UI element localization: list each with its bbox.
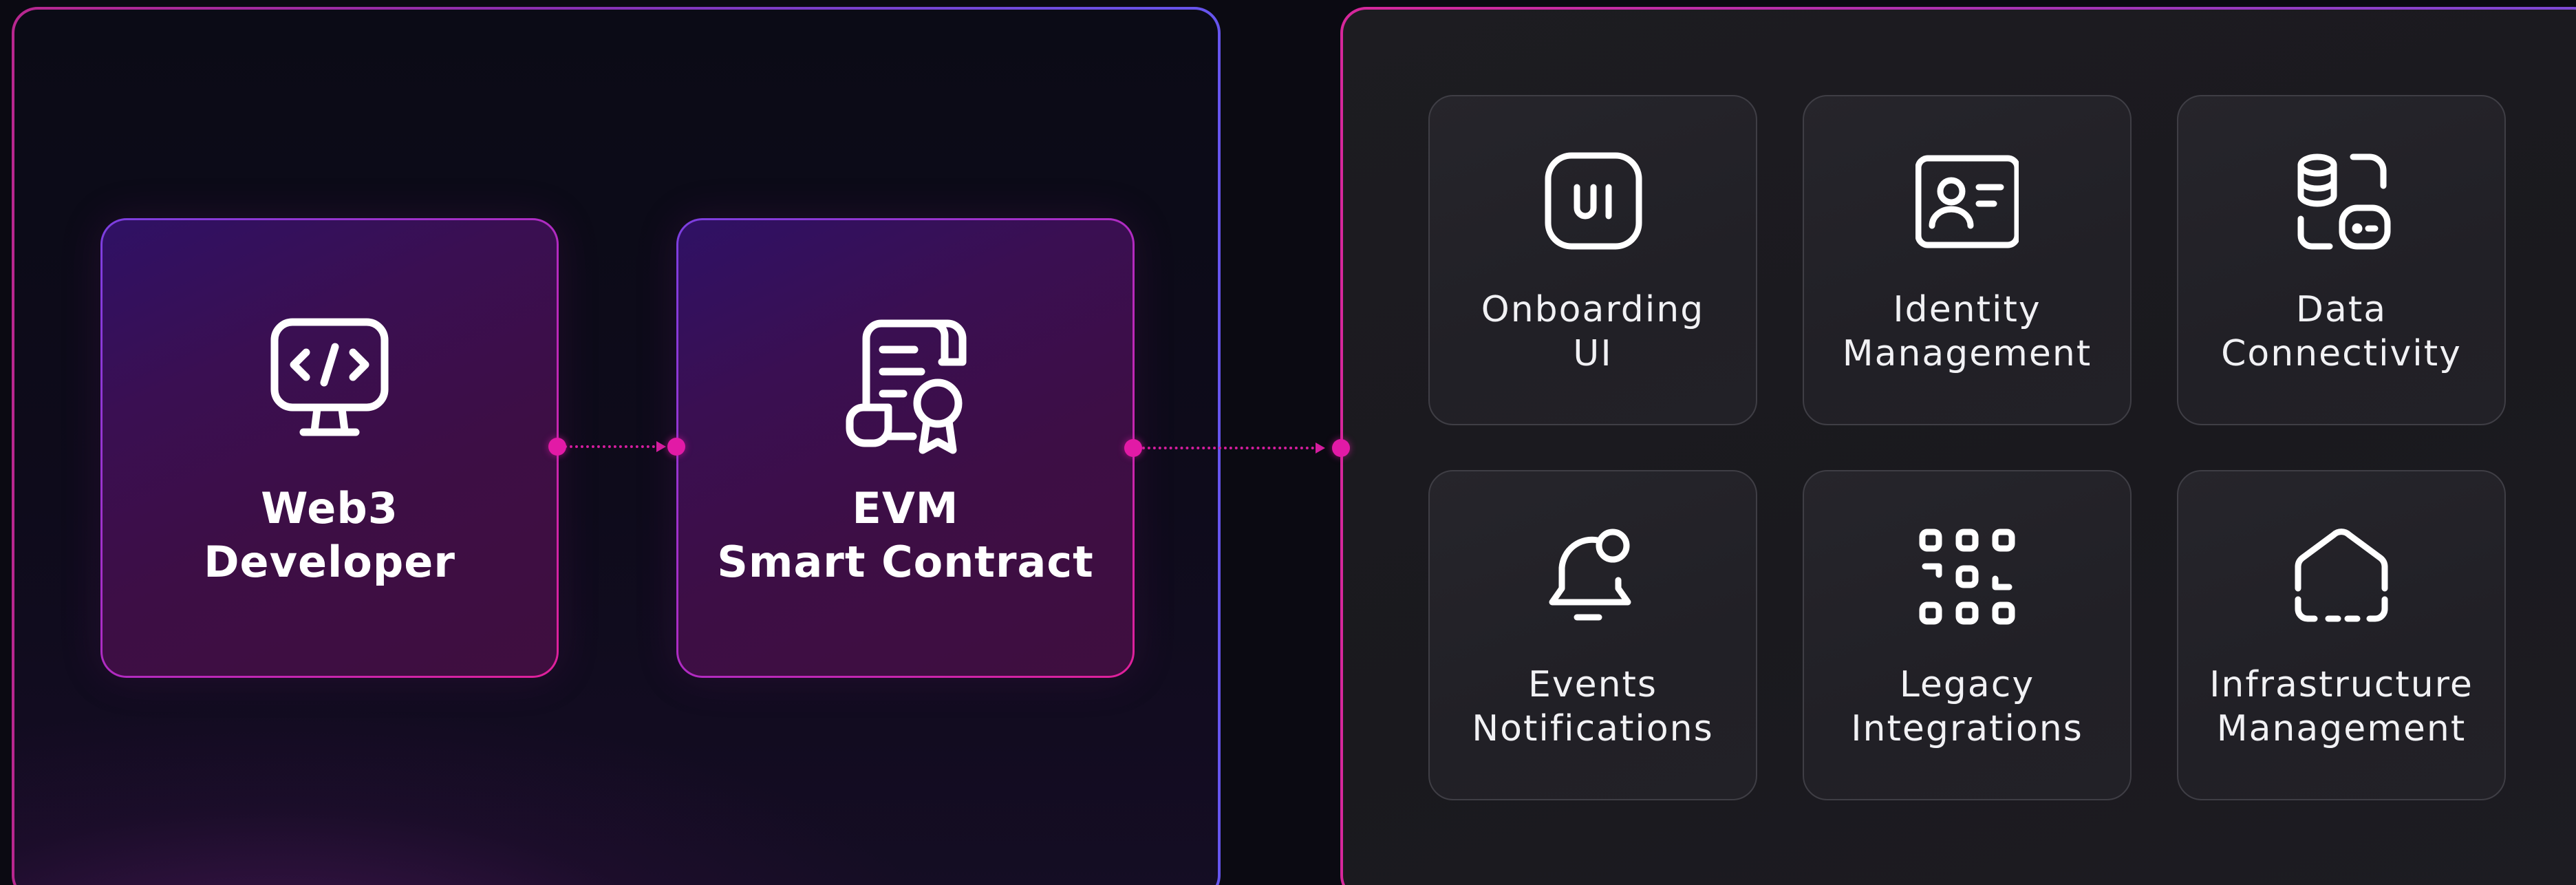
architecture-diagram: Web3 Developer EVM Smart Contract Onboar…	[0, 0, 2576, 885]
identity-management-line1: Identity	[1893, 289, 2041, 330]
service-tile-events-notifications: Events Notifications	[1428, 470, 1757, 800]
code-monitor-icon	[270, 318, 389, 436]
data-connectivity-line2: Connectivity	[2221, 333, 2462, 374]
legacy-integrations-line2: Integrations	[1851, 708, 2083, 749]
onboarding-ui-line1: Onboarding	[1481, 289, 1705, 330]
service-tile-identity-management: Identity Management	[1803, 95, 2132, 425]
events-notifications-line1: Events	[1527, 664, 1658, 705]
events-notifications-label: Events Notifications	[1430, 663, 1756, 751]
bell-notification-icon	[1549, 529, 1631, 621]
identity-management-label: Identity Management	[1804, 288, 2130, 376]
onboarding-ui-line2: UI	[1573, 333, 1613, 374]
web3-developer-line1: Web3	[261, 483, 398, 533]
web3-developer-label: Web3 Developer	[103, 482, 557, 589]
service-tile-onboarding-ui: Onboarding UI	[1428, 95, 1757, 425]
contract-to-services-arrowhead	[1316, 442, 1325, 454]
web3-developer-node: Web3 Developer	[100, 218, 559, 678]
evm-smart-contract-line1: EVM	[852, 483, 959, 533]
evm-smart-contract-node: EVM Smart Contract	[676, 218, 1135, 678]
developer-to-contract-connector	[559, 445, 661, 448]
service-tile-data-connectivity: Data Connectivity	[2177, 95, 2506, 425]
identity-management-line2: Management	[1842, 333, 2092, 374]
legacy-integrations-line1: Legacy	[1899, 664, 2035, 705]
id-card-icon	[1915, 155, 2019, 248]
infrastructure-management-label: Infrastructure Management	[2178, 663, 2504, 751]
services-input-dot	[1332, 439, 1350, 457]
onboarding-ui-label: Onboarding UI	[1430, 288, 1756, 376]
developer-output-dot	[548, 438, 566, 456]
ui-badge-icon	[1545, 152, 1642, 250]
legacy-integrations-label: Legacy Integrations	[1804, 663, 2130, 751]
evm-smart-contract-line2: Smart Contract	[717, 537, 1094, 587]
grid-integration-icon	[1919, 529, 2015, 625]
contract-output-dot	[1124, 439, 1142, 457]
data-connectivity-line1: Data	[2295, 289, 2387, 330]
service-tile-legacy-integrations: Legacy Integrations	[1803, 470, 2132, 800]
developer-to-contract-arrowhead	[656, 441, 666, 452]
contract-to-services-connector	[1142, 447, 1320, 449]
service-tile-infrastructure-management: Infrastructure Management	[2177, 470, 2506, 800]
infrastructure-management-line2: Management	[2216, 708, 2467, 749]
evm-smart-contract-label: EVM Smart Contract	[678, 482, 1133, 589]
web3-developer-line2: Developer	[204, 537, 455, 587]
events-notifications-line2: Notifications	[1472, 708, 1714, 749]
infrastructure-management-line1: Infrastructure	[2209, 664, 2473, 705]
data-connectivity-label: Data Connectivity	[2178, 288, 2504, 376]
contract-input-dot	[667, 438, 685, 456]
house-outline-icon	[2295, 529, 2388, 622]
certificate-scroll-icon	[846, 319, 967, 454]
database-drive-icon	[2297, 153, 2391, 250]
